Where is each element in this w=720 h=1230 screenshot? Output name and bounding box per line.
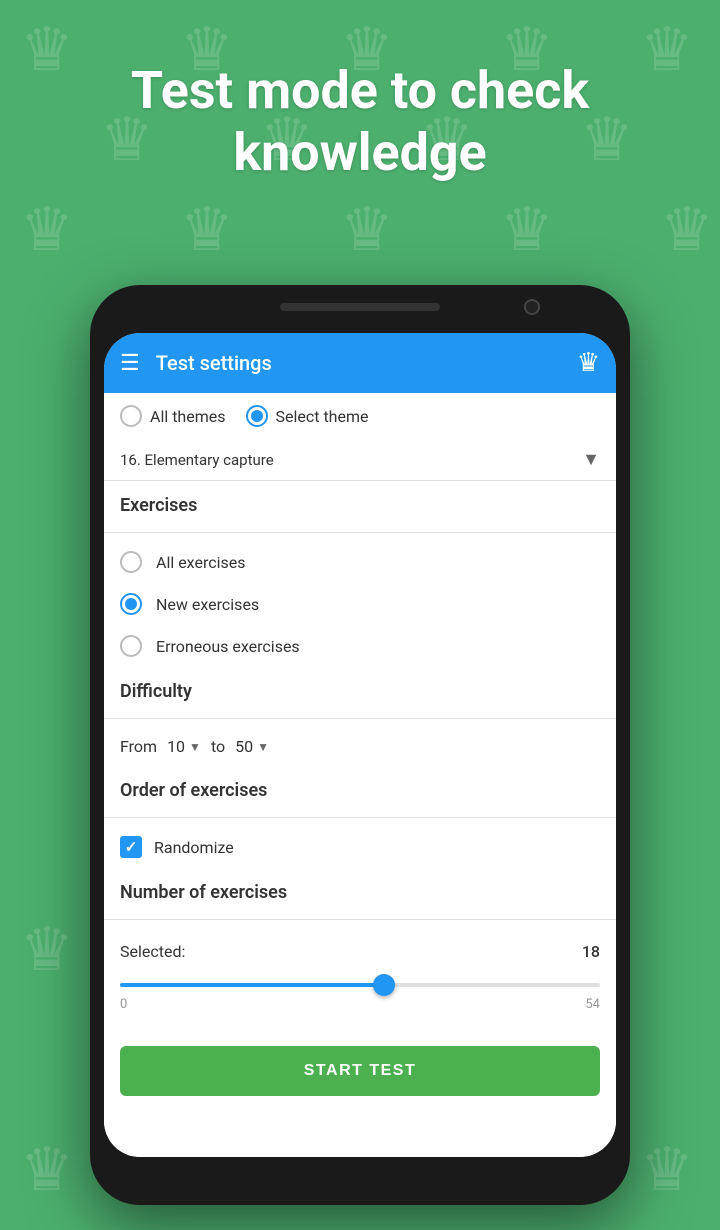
phone-camera — [524, 299, 540, 315]
randomize-row[interactable]: ✓ Randomize — [104, 826, 616, 868]
theme-dropdown-value: 16. Elementary capture — [120, 451, 582, 469]
checkmark-icon: ✓ — [125, 838, 138, 856]
new-exercises-label: New exercises — [156, 595, 259, 614]
bg-chess-10: ♛ — [20, 200, 74, 260]
new-exercises-radio-dot — [125, 598, 137, 610]
from-value-dropdown[interactable]: 10 ▼ — [167, 737, 201, 756]
from-value: 10 — [167, 737, 185, 756]
selected-label: Selected: — [120, 942, 185, 961]
chess-king-icon[interactable]: ♛ — [577, 348, 600, 378]
slider-max-label: 54 — [585, 997, 600, 1012]
phone-screen: ☰ Test settings ♛ All themes Select them… — [104, 333, 616, 1157]
bg-chess-15: ♛ — [20, 920, 74, 980]
start-test-button[interactable]: START TEST — [120, 1046, 600, 1096]
bg-chess-14: ♛ — [660, 200, 714, 260]
bg-chess-11: ♛ — [180, 200, 234, 260]
select-theme-radio[interactable] — [246, 405, 268, 427]
exercises-section-header: Exercises — [104, 481, 616, 524]
select-theme-option[interactable]: Select theme — [246, 405, 369, 427]
bg-chess-20: ♛ — [640, 1140, 694, 1200]
theme-dropdown-arrow-icon: ▼ — [582, 449, 600, 470]
difficulty-row: From 10 ▼ to 50 ▼ — [104, 727, 616, 766]
selected-value: 18 — [582, 942, 600, 961]
randomize-checkbox[interactable]: ✓ — [120, 836, 142, 858]
to-label: to — [211, 737, 225, 756]
bg-chess-13: ♛ — [500, 200, 554, 260]
slider-min-label: 0 — [120, 997, 127, 1012]
theme-options-row: All themes Select theme — [104, 393, 616, 439]
header-title: Test mode to check knowledge — [131, 60, 589, 183]
new-exercises-option[interactable]: New exercises — [104, 583, 616, 625]
menu-icon[interactable]: ☰ — [120, 351, 140, 376]
phone-notch — [280, 303, 440, 311]
bg-chess-12: ♛ — [340, 200, 394, 260]
all-themes-option[interactable]: All themes — [120, 405, 226, 427]
all-themes-radio[interactable] — [120, 405, 142, 427]
to-value-dropdown[interactable]: 50 ▼ — [235, 737, 269, 756]
slider-track — [120, 983, 600, 987]
divider-1 — [104, 532, 616, 533]
slider-thumb[interactable] — [373, 974, 395, 996]
settings-content: All themes Select theme 16. Elementary c… — [104, 393, 616, 1157]
divider-3 — [104, 817, 616, 818]
randomize-label: Randomize — [154, 838, 234, 857]
all-exercises-radio[interactable] — [120, 551, 142, 573]
to-arrow-icon: ▼ — [257, 740, 269, 754]
selected-row: Selected: 18 — [120, 938, 600, 965]
theme-dropdown[interactable]: 16. Elementary capture ▼ — [104, 439, 616, 481]
from-label: From — [120, 737, 157, 756]
divider-2 — [104, 718, 616, 719]
all-exercises-option[interactable]: All exercises — [104, 541, 616, 583]
number-section-header: Number of exercises — [104, 868, 616, 911]
number-section: Selected: 18 0 54 — [104, 928, 616, 1030]
erroneous-exercises-option[interactable]: Erroneous exercises — [104, 625, 616, 667]
exercises-slider-container[interactable]: 0 54 — [120, 965, 600, 1020]
slider-labels: 0 54 — [120, 997, 600, 1012]
bg-chess-19: ♛ — [20, 1140, 74, 1200]
phone-frame: ☰ Test settings ♛ All themes Select them… — [90, 285, 630, 1205]
erroneous-exercises-radio[interactable] — [120, 635, 142, 657]
all-themes-label: All themes — [150, 407, 226, 426]
to-value: 50 — [235, 737, 253, 756]
from-arrow-icon: ▼ — [189, 740, 201, 754]
all-exercises-label: All exercises — [156, 553, 245, 572]
order-section-header: Order of exercises — [104, 766, 616, 809]
slider-fill — [120, 983, 384, 987]
divider-4 — [104, 919, 616, 920]
erroneous-exercises-label: Erroneous exercises — [156, 637, 300, 656]
select-theme-label: Select theme — [276, 407, 369, 426]
start-button-container: START TEST — [104, 1030, 616, 1112]
new-exercises-radio[interactable] — [120, 593, 142, 615]
app-bar-title: Test settings — [156, 351, 561, 375]
select-theme-radio-dot — [251, 410, 263, 422]
app-bar: ☰ Test settings ♛ — [104, 333, 616, 393]
difficulty-section-header: Difficulty — [104, 667, 616, 710]
page-header: Test mode to check knowledge — [0, 60, 720, 185]
